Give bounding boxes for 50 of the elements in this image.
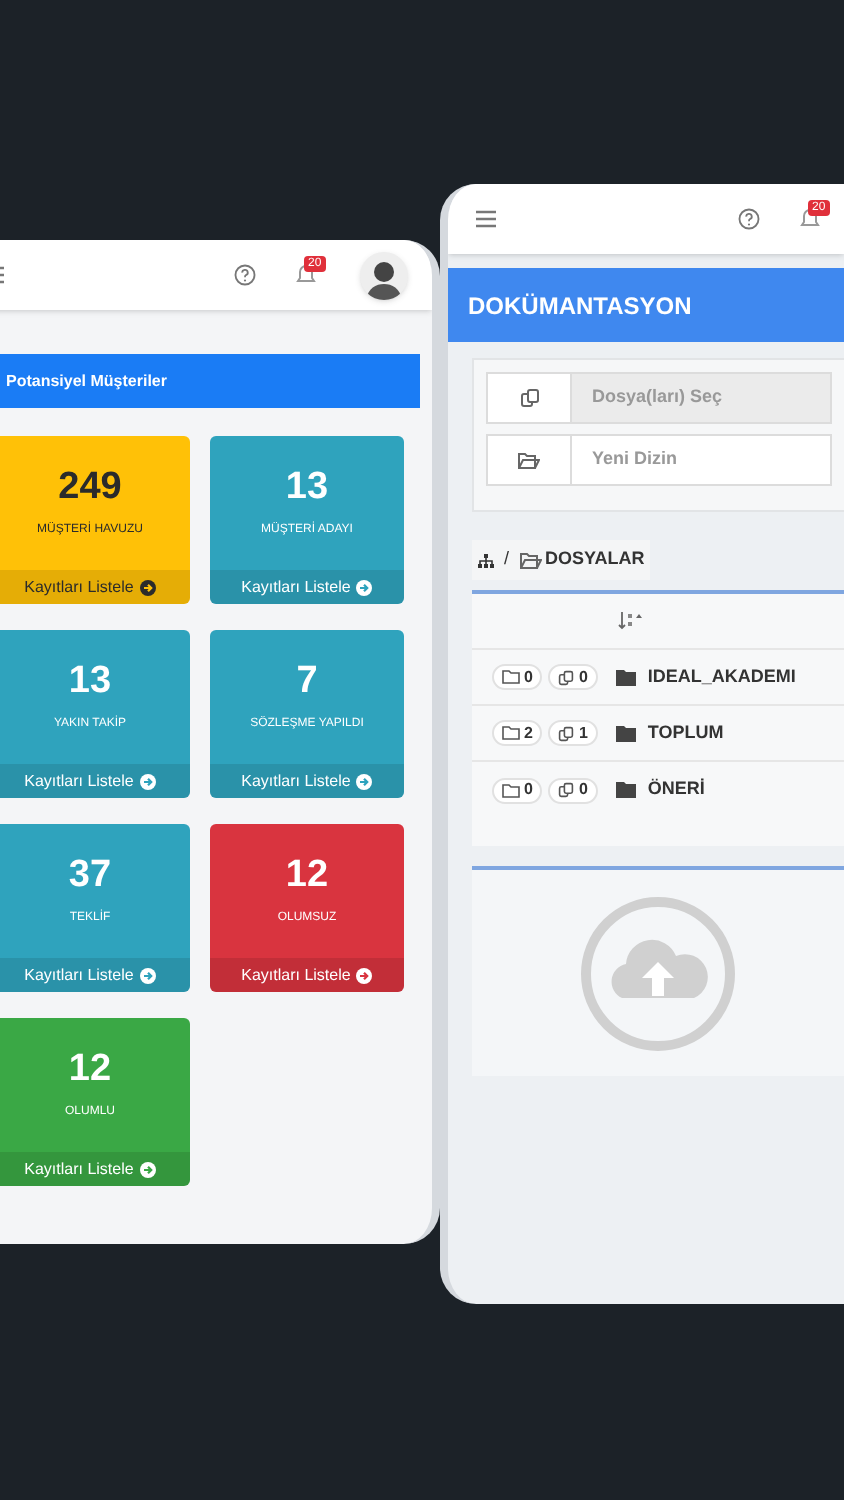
bell-icon[interactable] <box>800 207 820 229</box>
file-count-badge: 0 <box>548 664 598 690</box>
arrow-circle-icon <box>139 967 156 983</box>
breadcrumb-link[interactable]: DOSYALAR <box>519 546 645 574</box>
stat-count: 13 <box>68 660 112 704</box>
page-title-bar: DOKÜMANTASYON <box>448 268 844 342</box>
list-records-link[interactable]: Kayıtları Listele <box>210 764 404 798</box>
folder-count-badge: 0 <box>492 664 543 690</box>
folder-icon <box>486 434 572 486</box>
arrow-circle-icon <box>356 579 373 595</box>
list-records-link[interactable]: Kayıtları Listele <box>0 1152 190 1186</box>
panel-header: Potansiyel Müşteriler <box>0 354 420 408</box>
folder-icon <box>615 725 636 741</box>
sort-icon[interactable] <box>618 612 642 630</box>
folder-name-link[interactable]: ÖNERİ <box>647 776 705 804</box>
list-records-link[interactable]: Kayıtları Listele <box>0 570 190 604</box>
list-records-link[interactable]: Kayıtları Listele <box>210 570 404 604</box>
sitemap-icon <box>478 553 494 567</box>
bell-icon[interactable] <box>296 263 316 285</box>
list-records-link[interactable]: Kayıtları Listele <box>0 764 190 798</box>
folder-name-link[interactable]: IDEAL_AKADEMI <box>647 663 796 691</box>
arrow-circle-icon <box>356 773 373 789</box>
file-count-badge: 0 <box>548 777 598 803</box>
folder-name-link[interactable]: TOPLUM <box>647 719 724 747</box>
list-records-link[interactable]: Kayıtları Listele <box>210 958 404 992</box>
folder-count-badge: 0 <box>492 777 543 803</box>
folder-count-badge: 2 <box>492 720 543 746</box>
file-count-badge: 1 <box>548 720 598 746</box>
stat-count: 12 <box>285 854 329 898</box>
help-icon[interactable] <box>234 264 256 286</box>
stat-count: 13 <box>285 466 329 510</box>
stat-count: 37 <box>68 854 112 898</box>
folder-icon <box>519 551 542 569</box>
breadcrumb-separator: / <box>504 546 510 573</box>
arrow-circle-icon <box>139 1161 156 1177</box>
stat-count: 12 <box>68 1048 112 1092</box>
folder-icon <box>615 782 636 798</box>
file-select-field[interactable]: Dosya(ları) Seç <box>572 372 832 424</box>
stat-count: 7 <box>296 660 318 704</box>
avatar[interactable] <box>360 251 408 299</box>
folder-icon <box>615 669 636 685</box>
list-records-link[interactable]: Kayıtları Listele <box>0 958 190 992</box>
help-icon[interactable] <box>738 208 760 230</box>
copy-icon <box>486 372 572 424</box>
arrow-circle-icon <box>356 967 373 983</box>
folder-name-field[interactable]: Yeni Dizin <box>572 434 832 486</box>
arrow-circle-icon <box>139 773 156 789</box>
arrow-circle-icon <box>139 579 156 595</box>
menu-icon[interactable] <box>476 209 500 229</box>
stat-count: 249 <box>58 466 122 510</box>
